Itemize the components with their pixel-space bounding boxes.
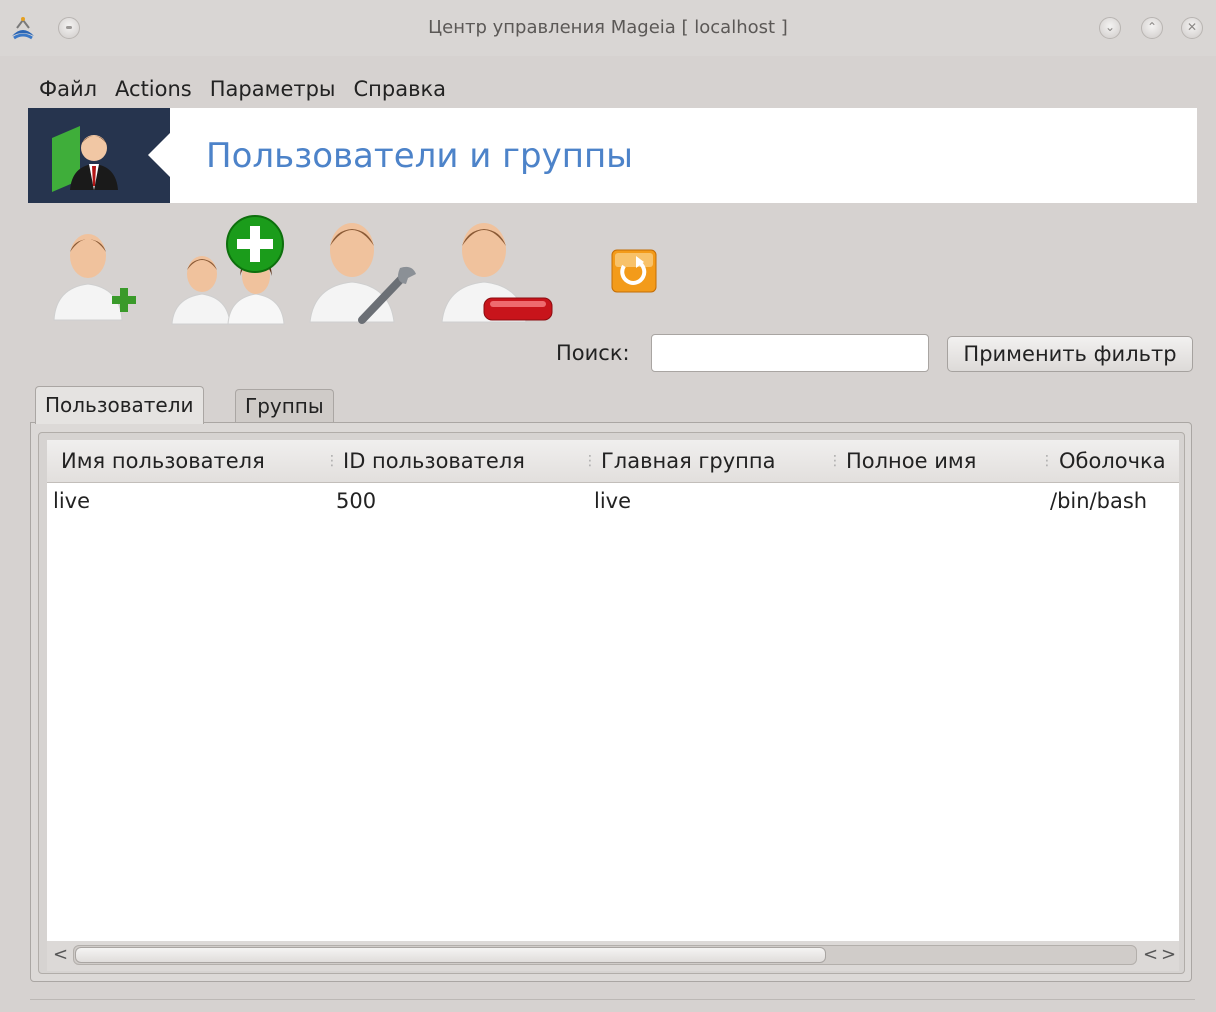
users-groups-banner-icon — [52, 126, 118, 192]
scrollbar-thumb[interactable] — [75, 947, 826, 963]
search-input[interactable] — [651, 334, 929, 372]
add-user-icon — [53, 234, 136, 321]
add-group-button[interactable] — [168, 212, 288, 332]
menu-actions[interactable]: Actions — [106, 74, 201, 104]
column-separator[interactable]: ⋮ — [583, 452, 597, 470]
header-banner: Пользователи и группы — [28, 108, 1197, 203]
tab-groups[interactable]: Группы — [235, 389, 334, 422]
search-label: Поиск: — [556, 341, 630, 365]
menu-file[interactable]: Файл — [30, 74, 106, 104]
column-separator[interactable]: ⋮ — [325, 452, 339, 470]
tab-users[interactable]: Пользователи — [35, 386, 204, 424]
minimize-button[interactable]: ⌄ — [1099, 17, 1121, 39]
refresh-button[interactable] — [610, 248, 658, 296]
title-bar: Центр управления Mageia [ localhost ] ⌄ … — [0, 0, 1216, 56]
column-separator[interactable]: ⋮ — [828, 452, 842, 470]
scroll-left-arrow-icon[interactable]: < — [53, 943, 68, 967]
banner-icon-area — [28, 108, 170, 203]
horizontal-scrollbar[interactable]: < < > — [47, 941, 1179, 971]
maximize-button[interactable]: ⌃ — [1141, 17, 1163, 39]
cell-shell: /bin/bash — [1050, 489, 1148, 513]
users-table-body: live 500 live /bin/bash — [47, 483, 1179, 941]
cell-primary-group: live — [594, 489, 632, 513]
table-header: Имя пользователя ⋮ ID пользователя ⋮ Гла… — [47, 440, 1179, 483]
refresh-icon — [611, 249, 657, 293]
column-header-user-id[interactable]: ID пользователя — [343, 440, 525, 482]
chevron-down-icon: ⌄ — [1104, 20, 1116, 34]
delete-user-button[interactable] — [440, 212, 558, 332]
table-row[interactable]: live 500 live /bin/bash — [47, 483, 1179, 521]
menu-help[interactable]: Справка — [345, 74, 456, 104]
column-header-primary-group[interactable]: Главная группа — [601, 440, 776, 482]
chevron-up-icon: ⌃ — [1146, 20, 1158, 34]
column-header-username[interactable]: Имя пользователя — [61, 440, 265, 482]
banner-notch — [148, 133, 170, 177]
column-header-shell[interactable]: Оболочка — [1059, 440, 1166, 482]
cell-username: live — [53, 489, 91, 513]
column-header-full-name[interactable]: Полное имя — [846, 440, 976, 482]
scroll-right-arrow-icon[interactable]: > — [1161, 943, 1176, 967]
menu-settings[interactable]: Параметры — [201, 74, 345, 104]
delete-user-icon — [441, 223, 553, 323]
close-button[interactable]: ✕ — [1181, 17, 1203, 39]
scroll-left-arrow-icon[interactable]: < — [1143, 943, 1158, 967]
apply-filter-button[interactable]: Применить фильтр — [947, 336, 1193, 372]
main-window: Центр управления Mageia [ localhost ] ⌄ … — [0, 0, 1216, 1012]
add-user-button[interactable] — [48, 212, 148, 332]
column-separator[interactable]: ⋮ — [1040, 452, 1054, 470]
menu-bar: Файл Actions Параметры Справка — [30, 74, 455, 104]
page-title: Пользователи и группы — [206, 136, 634, 176]
edit-user-icon — [309, 223, 416, 324]
divider — [30, 999, 1195, 1000]
close-icon: ✕ — [1186, 20, 1198, 34]
window-title: Центр управления Mageia [ localhost ] — [428, 17, 788, 38]
cell-user-id: 500 — [336, 489, 377, 513]
edit-user-button[interactable] — [308, 212, 424, 332]
add-group-icon — [171, 215, 285, 325]
